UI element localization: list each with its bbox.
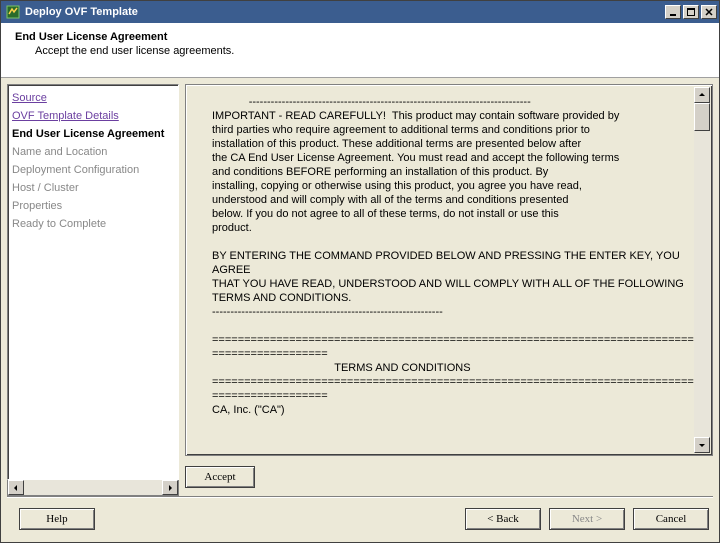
page-subtitle: Accept the end user license agreements. — [35, 45, 705, 57]
sidebar-hscrollbar[interactable] — [7, 480, 179, 496]
step-host-cluster: Host / Cluster — [12, 179, 174, 197]
scroll-up-button[interactable] — [694, 87, 710, 103]
scroll-down-button[interactable] — [694, 437, 710, 453]
scroll-thumb[interactable] — [694, 103, 710, 131]
dialog-window: Deploy OVF Template End User License Agr… — [0, 0, 720, 543]
step-name-location: Name and Location — [12, 143, 174, 161]
accept-row: Accept — [185, 456, 713, 496]
eula-box: ----------------------------------------… — [185, 84, 713, 456]
scroll-track-vertical[interactable] — [694, 103, 710, 437]
app-icon — [5, 4, 21, 20]
main-panel: ----------------------------------------… — [185, 84, 713, 496]
step-ready: Ready to Complete — [12, 215, 174, 233]
eula-text: ----------------------------------------… — [188, 87, 694, 453]
step-eula: End User License Agreement — [12, 125, 174, 143]
minimize-button[interactable] — [665, 5, 681, 19]
step-ovf-template-details[interactable]: OVF Template Details — [12, 107, 174, 125]
wizard-header: End User License Agreement Accept the en… — [1, 23, 719, 78]
eula-vscrollbar[interactable] — [694, 87, 710, 453]
step-source[interactable]: Source — [12, 89, 174, 107]
accept-button[interactable]: Accept — [185, 466, 255, 488]
scroll-track[interactable] — [24, 480, 162, 495]
next-button: Next > — [549, 508, 625, 530]
maximize-button[interactable] — [683, 5, 699, 19]
help-button[interactable]: Help — [19, 508, 95, 530]
wizard-footer: Help < Back Next > Cancel — [1, 498, 719, 542]
sidebar-wrap: Source OVF Template Details End User Lic… — [7, 84, 179, 496]
window-title: Deploy OVF Template — [25, 6, 665, 18]
wizard-body: Source OVF Template Details End User Lic… — [1, 78, 719, 496]
step-properties: Properties — [12, 197, 174, 215]
back-button[interactable]: < Back — [465, 508, 541, 530]
cancel-button[interactable]: Cancel — [633, 508, 709, 530]
page-title: End User License Agreement — [15, 31, 705, 43]
window-controls — [665, 5, 717, 19]
close-button[interactable] — [701, 5, 717, 19]
scroll-right-button[interactable] — [162, 480, 178, 495]
step-deployment-config: Deployment Configuration — [12, 161, 174, 179]
titlebar: Deploy OVF Template — [1, 1, 719, 23]
scroll-left-button[interactable] — [8, 480, 24, 495]
wizard-steps: Source OVF Template Details End User Lic… — [7, 84, 179, 480]
